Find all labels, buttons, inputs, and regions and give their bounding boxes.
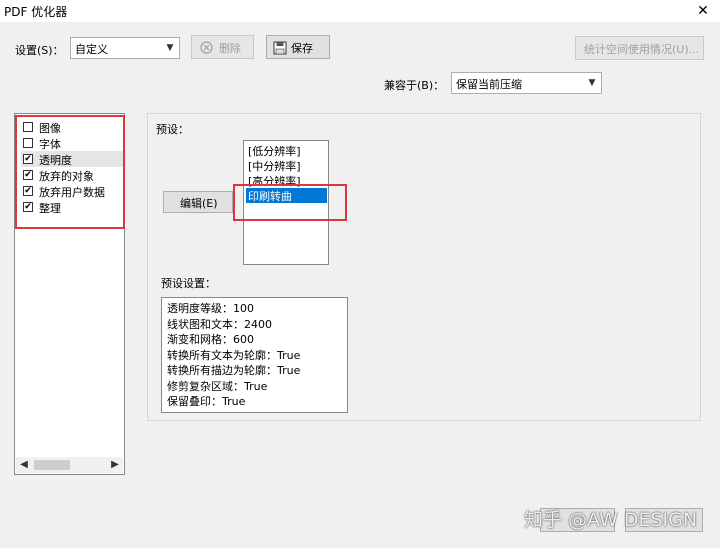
- save-label: 保存: [291, 42, 313, 55]
- horizontal-scrollbar[interactable]: ◀ ▶: [16, 457, 123, 473]
- delete-icon: [200, 41, 213, 54]
- setting-line: 线状图和文本：2400: [167, 318, 272, 331]
- presets-label: 预设：: [156, 123, 189, 136]
- preset-item[interactable]: [中分辨率]: [246, 158, 327, 173]
- edit-label: 编辑(E): [180, 197, 218, 210]
- title-bar: PDF 优化器 ✕: [0, 0, 720, 22]
- settings-value: 自定义: [75, 43, 108, 56]
- scroll-left-icon[interactable]: ◀: [16, 457, 32, 473]
- window-title: PDF 优化器: [4, 5, 68, 19]
- chevron-down-icon: ▼: [588, 78, 596, 88]
- compat-dropdown[interactable]: 保留当前压缩 ▼: [451, 72, 602, 94]
- setting-line: 透明度等级：100: [167, 302, 254, 315]
- preset-item[interactable]: [低分辨率]: [246, 143, 327, 158]
- setting-line: 转换所有描边为轮廓：True: [167, 364, 301, 377]
- delete-button[interactable]: 删除: [191, 35, 254, 59]
- close-icon[interactable]: ✕: [686, 0, 720, 22]
- space-usage-label: 统计空间使用情况(U)...: [584, 43, 700, 56]
- save-button[interactable]: 保存: [266, 35, 330, 59]
- scroll-thumb[interactable]: [34, 460, 70, 470]
- settings-label: 设置(S)：: [15, 44, 64, 57]
- preset-settings-box: 透明度等级：100 线状图和文本：2400 渐变和网格：600 转换所有文本为轮…: [161, 297, 348, 413]
- setting-line: 保留叠印：True: [167, 395, 246, 408]
- compat-label: 兼容于(B)：: [384, 79, 445, 92]
- delete-label: 删除: [219, 42, 241, 55]
- chevron-down-icon: ▼: [166, 43, 174, 53]
- highlight-annotation: [233, 184, 347, 221]
- highlight-annotation: [15, 115, 125, 229]
- scroll-right-icon[interactable]: ▶: [107, 457, 123, 473]
- watermark: 知乎 @AW DESIGN: [524, 509, 698, 531]
- edit-button[interactable]: 编辑(E): [163, 191, 233, 213]
- setting-line: 渐变和网格：600: [167, 333, 254, 346]
- preset-settings-label: 预设设置：: [161, 277, 216, 290]
- settings-dropdown[interactable]: 自定义 ▼: [70, 37, 180, 59]
- compat-value: 保留当前压缩: [456, 78, 522, 91]
- save-icon: [273, 41, 287, 55]
- setting-line: 修剪复杂区域：True: [167, 380, 268, 393]
- space-usage-button[interactable]: 统计空间使用情况(U)...: [575, 36, 704, 60]
- setting-line: 转换所有文本为轮廓：True: [167, 349, 301, 362]
